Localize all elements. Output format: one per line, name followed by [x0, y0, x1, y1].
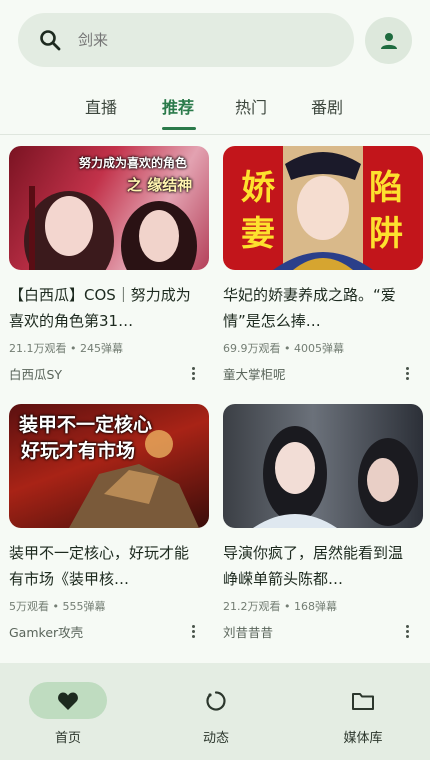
refresh-circle-icon [206, 690, 226, 711]
video-author[interactable]: 白西瓜SY [9, 364, 209, 382]
video-author[interactable]: 刘昔昔昔 [223, 622, 423, 640]
video-stats: 21.2万观看 • 168弹幕 [223, 600, 337, 613]
account-button[interactable] [365, 17, 412, 64]
thumbnail-caption: 妻 [241, 214, 275, 254]
video-author[interactable]: Gamker攻壳 [9, 622, 209, 640]
tab-live[interactable]: 直播 [85, 94, 117, 118]
nav-home[interactable]: 首页 [13, 663, 123, 760]
divider [0, 134, 430, 135]
nav-home-indicator[interactable] [29, 682, 107, 719]
video-card[interactable]: 导演你疯了，居然能看到温峥嵘单箭头陈都… 21.2万观看 • 168弹幕 刘昔昔… [223, 404, 423, 640]
video-card[interactable]: 装甲不一定核心 好玩才有市场 装甲不一定核心，好玩才能有市场《装甲核… 5万观看… [9, 404, 209, 640]
folder-icon [352, 692, 374, 710]
video-card[interactable]: 娇 妻 陷 阱 华妃的娇妻养成之路。“爱情”是怎么捧… 69.9万观看 • 40… [223, 146, 423, 382]
author-name[interactable]: Gamker攻壳 [9, 625, 83, 640]
video-stats: 21.1万观看 • 245弹幕 [9, 342, 123, 355]
video-title[interactable]: 装甲不一定核心，好玩才能有市场《装甲核… [9, 540, 199, 592]
heart-icon [58, 692, 78, 710]
video-stats: 5万观看 • 555弹幕 [9, 600, 106, 613]
video-thumbnail[interactable]: 装甲不一定核心 好玩才有市场 [9, 404, 209, 528]
more-options-icon[interactable] [401, 621, 413, 641]
video-card[interactable]: 努力成为喜欢的角色 之 缘结神 【白西瓜】COS｜努力成为喜欢的角色第31… 2… [9, 146, 209, 382]
nav-dynamics[interactable]: 动态 [161, 663, 271, 760]
video-thumbnail[interactable]: 娇 妻 陷 阱 [223, 146, 423, 270]
author-name[interactable]: 白西瓜SY [9, 367, 62, 382]
thumbnail-caption: 娇 [241, 168, 275, 208]
search-bar[interactable] [18, 13, 354, 67]
video-title[interactable]: 【白西瓜】COS｜努力成为喜欢的角色第31… [9, 282, 199, 334]
thumbnail-caption: 装甲不一定核心 [19, 414, 153, 436]
nav-library[interactable]: 媒体库 [308, 663, 418, 760]
video-title[interactable]: 华妃的娇妻养成之路。“爱情”是怎么捧… [223, 282, 413, 334]
video-stats: 69.9万观看 • 4005弹幕 [223, 342, 344, 355]
search-icon [40, 30, 61, 51]
tab-indicator [162, 127, 196, 130]
tab-popular[interactable]: 热门 [235, 94, 267, 118]
more-options-icon[interactable] [187, 363, 199, 383]
nav-label: 动态 [202, 731, 229, 746]
thumbnail-caption: 阱 [369, 214, 403, 254]
author-name[interactable]: 童大掌柜呢 [223, 367, 286, 382]
thumbnail-caption: 努力成为喜欢的角色 [79, 156, 188, 170]
thumbnail-art [253, 426, 418, 528]
video-title[interactable]: 导演你疯了，居然能看到温峥嵘单箭头陈都… [223, 540, 413, 592]
thumbnail-caption: 好玩才有市场 [21, 440, 136, 462]
search-input[interactable] [78, 31, 298, 49]
nav-dynamics-indicator[interactable] [177, 682, 255, 719]
video-thumbnail[interactable] [223, 404, 423, 528]
nav-label: 首页 [54, 731, 81, 746]
tab-anime[interactable]: 番剧 [311, 94, 343, 118]
thumbnail-caption: 之 缘结神 [127, 176, 193, 194]
tab-recommended[interactable]: 推荐 [162, 94, 194, 118]
more-options-icon[interactable] [187, 621, 199, 641]
more-options-icon[interactable] [401, 363, 413, 383]
video-author[interactable]: 童大掌柜呢 [223, 364, 423, 382]
author-name[interactable]: 刘昔昔昔 [223, 625, 273, 640]
person-icon [380, 32, 397, 49]
nav-library-indicator[interactable] [324, 682, 402, 719]
tab-bar: 直播 推荐 热门 番剧 [0, 84, 430, 132]
video-thumbnail[interactable]: 努力成为喜欢的角色 之 缘结神 [9, 146, 209, 270]
bottom-navigation: 首页 动态 媒体库 [0, 663, 430, 760]
thumbnail-caption: 陷 [369, 168, 403, 208]
nav-label: 媒体库 [343, 731, 383, 746]
